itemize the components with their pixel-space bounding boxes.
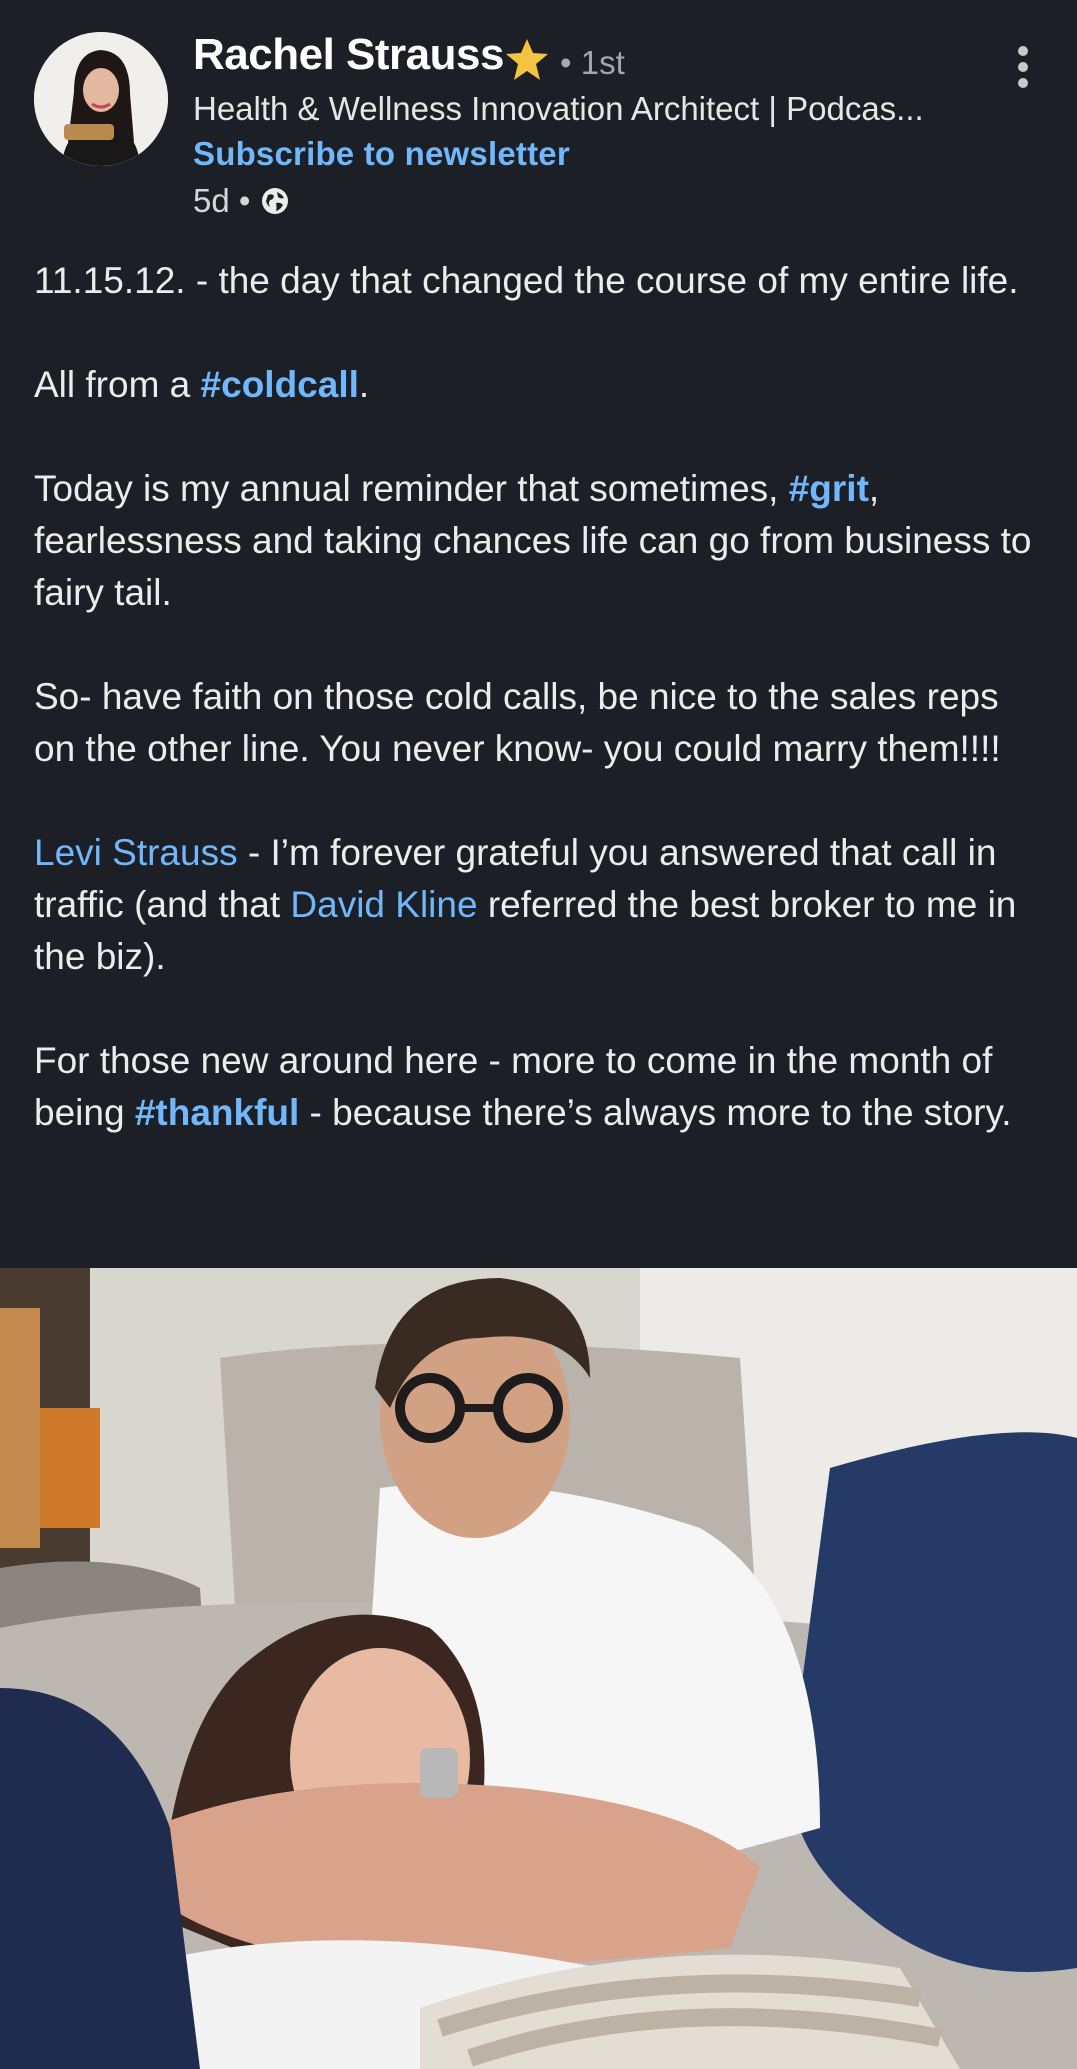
couple-photo [0,1268,1077,2069]
post-paragraph: Today is my annual reminder that sometim… [34,463,1049,619]
star-icon [506,39,548,80]
hashtag-thankful[interactable]: #thankful [135,1092,299,1133]
post-text-segment: . [358,364,370,405]
post-text-segment: 11.15.12. - the day that changed the cou… [34,260,1019,301]
post-age: 5d • [193,182,251,219]
post-header: Rachel Strauss • 1st Health & Wellness I… [0,0,1077,240]
post-text-segment: - because there’s always more to the sto… [299,1092,1012,1133]
post-paragraph: For those new around here - more to come… [34,1035,1049,1139]
globe-icon [262,188,289,214]
post-paragraph: Levi Strauss - I’m forever grateful you … [34,827,1049,983]
post-paragraph: 11.15.12. - the day that changed the cou… [34,255,1049,307]
post-image[interactable] [0,1268,1077,2069]
hashtag-coldcall[interactable]: #coldcall [201,364,359,405]
connection-degree: • 1st [560,44,625,81]
post-text-segment: Today is my annual reminder that sometim… [34,468,789,509]
more-vertical-icon[interactable] [1005,42,1041,92]
post-paragraph: All from a #coldcall. [34,359,1049,411]
subscribe-newsletter-link[interactable]: Subscribe to newsletter [193,135,570,173]
post-text-segment: All from a [34,364,201,405]
post-paragraph: So- have faith on those cold calls, be n… [34,671,1049,775]
mention-david-kline[interactable]: David Kline [290,884,477,925]
author-name[interactable]: Rachel Strauss [193,30,504,80]
post-text: 11.15.12. - the day that changed the cou… [34,255,1049,1139]
post-text-segment: So- have faith on those cold calls, be n… [34,676,1001,769]
author-headline: Health & Wellness Innovation Architect |… [193,90,924,127]
hashtag-grit[interactable]: #grit [789,468,869,509]
author-avatar[interactable] [34,32,168,166]
post-meta: 5d • [193,182,290,220]
mention-levi-strauss[interactable]: Levi Strauss [34,832,238,873]
